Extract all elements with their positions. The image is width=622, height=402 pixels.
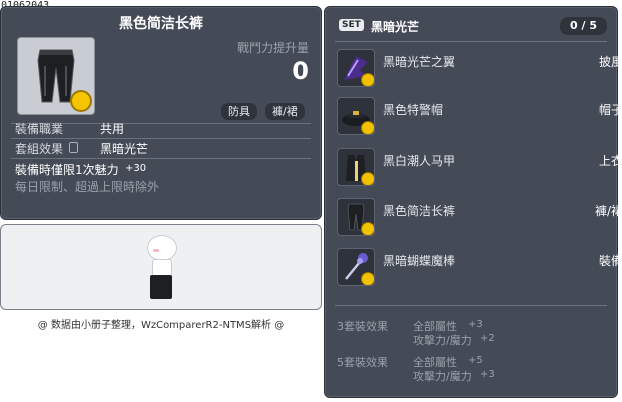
vest-icon [337, 148, 375, 186]
divider [335, 41, 607, 42]
set-item: 黑暗光芒之翼 披風 [337, 49, 622, 89]
job-value: 共用 [100, 122, 125, 136]
divider [11, 138, 311, 139]
character-preview-panel [0, 224, 322, 310]
pants-icon [337, 198, 375, 236]
coin-icon [70, 90, 92, 112]
set-item-name: 黑暗蝴蝶魔棒 [383, 254, 456, 268]
item-title: 黑色简洁长裤 [119, 16, 203, 32]
set-item-slot: 披風 [598, 55, 622, 69]
set-item: 黑暗蝴蝶魔棒 裝備 [337, 248, 622, 288]
set-count: 0 / 5 [560, 17, 607, 35]
butterfly-wand-icon [337, 248, 375, 286]
set-panel: SET 黑暗光芒 0 / 5 黑暗光芒之翼 披風 黑色特警帽 帽子 黑白潮人马甲… [324, 6, 622, 398]
set-effect-5-label: 5套裝效果 [337, 356, 388, 369]
set-effect-value: +2 [480, 333, 495, 344]
item-icon-frame [17, 37, 95, 115]
item-tooltip-panel: 黑色简洁长裤 戰鬥力提升量 0 防具 褲/裙 裝備職業 共用 套組效果 黑暗光芒… [0, 6, 322, 220]
charm-value: +30 [125, 163, 147, 174]
footer-credit: @ 数据由小册子整理，WzComparerR2-NTMS解析 @ [37, 320, 285, 331]
power-label: 戰鬥力提升量 [236, 41, 309, 55]
set-badge: SET [339, 19, 364, 31]
set-item-slot: 帽子 [598, 103, 622, 117]
set-effect-value: 黑暗光芒 [100, 142, 149, 156]
category-tag: 防具 [221, 103, 257, 120]
set-effect-stat: 攻擊力/魔力 [413, 370, 472, 383]
lock-icon [69, 142, 78, 153]
dark-wing-icon [337, 49, 375, 87]
set-effect-3-label: 3套裝效果 [337, 320, 388, 333]
set-item-name: 黑色简洁长裤 [383, 204, 456, 218]
set-effect-value: +5 [468, 355, 483, 366]
set-item: 黑色特警帽 帽子 [337, 97, 622, 137]
set-effect-value: +3 [480, 369, 495, 380]
job-label: 裝備職業 [15, 122, 64, 136]
divider [335, 305, 607, 306]
set-item-slot: 褲/裙 [594, 204, 622, 218]
set-item-slot: 上衣 [598, 154, 622, 168]
set-name: 黑暗光芒 [371, 20, 420, 34]
police-hat-icon [337, 97, 375, 135]
set-item-name: 黑色特警帽 [383, 103, 444, 117]
set-effect-label: 套組效果 [15, 142, 64, 156]
character-avatar [141, 235, 181, 301]
set-item-name: 黑暗光芒之翼 [383, 55, 456, 69]
charm-text: 裝備時僅限1次魅力 [15, 163, 119, 177]
set-item-name: 黑白潮人马甲 [383, 154, 456, 168]
set-effect-stat: 攻擊力/魔力 [413, 334, 472, 347]
daily-limit-text: 每日限制、超過上限時除外 [15, 180, 160, 194]
set-effect-value: +3 [468, 319, 483, 330]
set-item: 黑白潮人马甲 上衣 [337, 148, 622, 188]
divider [11, 158, 311, 159]
set-item: 黑色简洁长裤 褲/裙 [337, 198, 622, 238]
set-item-slot: 裝備 [598, 254, 622, 268]
power-value: 0 [292, 57, 309, 85]
slot-tag: 褲/裙 [265, 103, 305, 120]
